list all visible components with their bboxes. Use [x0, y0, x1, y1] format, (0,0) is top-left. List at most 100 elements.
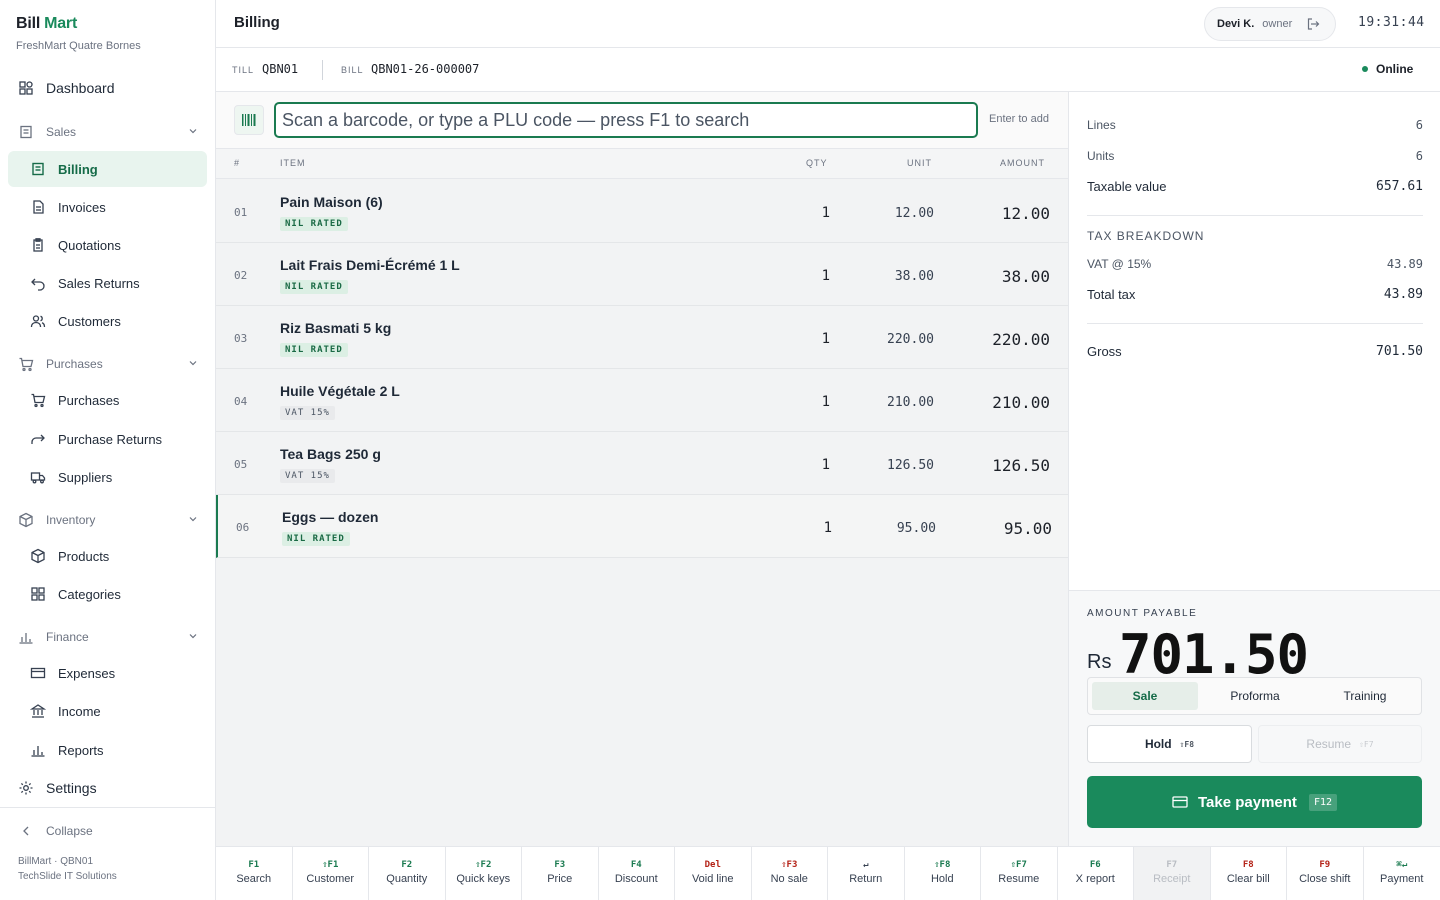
item-amount: 210.00 — [992, 393, 1050, 412]
sidebar-item-products[interactable]: Products — [30, 548, 109, 564]
sidebar-item-purchase-returns[interactable]: Purchase Returns — [30, 431, 162, 447]
session-bar: TILL QBN01 BILL QBN01-26-000007 Online — [216, 48, 1440, 92]
sidebar-item-expenses[interactable]: Expenses — [30, 665, 115, 681]
footer-app-till: BillMart · QBN01 — [18, 856, 94, 867]
fkey-receipt[interactable]: F7 Receipt — [1134, 847, 1211, 900]
sidebar-group-inventory[interactable]: Inventory — [18, 512, 198, 528]
sidebar-item-reports[interactable]: Reports — [30, 742, 104, 758]
summary-label: Total tax — [1087, 287, 1136, 302]
sidebar-item-sales-returns[interactable]: Sales Returns — [30, 275, 140, 291]
fkey-label: Void line — [691, 873, 734, 885]
fkey-discount[interactable]: F4 Discount — [599, 847, 675, 900]
sidebar-item-label: Purchases — [58, 392, 120, 408]
mode-proforma-tab[interactable]: Proforma — [1202, 682, 1308, 710]
item-qty[interactable]: 1 — [794, 394, 830, 410]
item-qty[interactable]: 1 — [796, 520, 832, 536]
summary-label: Gross — [1087, 344, 1122, 359]
fkey-quantity[interactable]: F2 Quantity — [369, 847, 446, 900]
summary-label: VAT @ 15% — [1087, 257, 1152, 271]
sidebar-item-income[interactable]: Income — [30, 703, 101, 719]
sidebar-item-invoices[interactable]: Invoices — [30, 199, 106, 215]
fkey-void-line[interactable]: Del Void line — [675, 847, 752, 900]
summary-gross: Gross 701.50 — [1087, 344, 1423, 359]
resume-button[interactable]: Resume ⇧F7 — [1258, 725, 1422, 763]
table-row[interactable]: 03 Riz Basmati 5 kg NIL RATED 1 220.00 2… — [216, 306, 1068, 369]
sidebar-item-purchases[interactable]: Purchases — [30, 392, 119, 408]
table-row-selected[interactable]: 06 Eggs — dozen NIL RATED 1 95.00 95.00 — [216, 495, 1068, 558]
table-row[interactable]: 02 Lait Frais Demi-Écrémé 1 L NIL RATED … — [216, 243, 1068, 306]
sidebar-group-label: Inventory — [46, 513, 96, 527]
fkey-hold[interactable]: ⇧F8 Hold — [905, 847, 981, 900]
item-qty[interactable]: 1 — [794, 457, 830, 473]
summary-value: 657.61 — [1376, 179, 1423, 194]
fkey-shortcut: F1 — [248, 860, 260, 870]
item-qty[interactable]: 1 — [794, 205, 830, 221]
fkey-label: Quick keys — [456, 873, 511, 885]
fkey-search[interactable]: F1 Search — [216, 847, 293, 900]
collapse-button[interactable]: Collapse — [18, 823, 198, 839]
fkey-close-shift[interactable]: F9 Close shift — [1287, 847, 1364, 900]
fkey-no-sale[interactable]: ⇧F3 No sale — [752, 847, 828, 900]
amount-payable-panel: AMOUNT PAYABLE Rs 701.50 Sale Proforma T… — [1068, 590, 1440, 846]
sidebar-item-billing[interactable]: Billing — [8, 151, 207, 187]
item-qty[interactable]: 1 — [794, 331, 830, 347]
sidebar: Bill Mart FreshMart Quatre Bornes Dashboa… — [0, 0, 216, 900]
hold-button[interactable]: Hold ⇧F8 — [1087, 725, 1252, 763]
sidebar-item-suppliers[interactable]: Suppliers — [30, 469, 112, 485]
summary-vat: VAT @ 15% 43.89 — [1087, 257, 1423, 271]
sidebar-group-purchases[interactable]: Purchases — [18, 356, 198, 372]
fkey-label: Search — [236, 873, 272, 885]
line-number: 05 — [234, 458, 248, 471]
item-name: Eggs — dozen — [282, 509, 379, 525]
undo-icon — [30, 275, 46, 291]
gear-icon — [18, 780, 34, 796]
mode-training-tab[interactable]: Training — [1312, 682, 1418, 710]
barcode-scan-button[interactable] — [234, 105, 264, 135]
fkey-price[interactable]: F3 Price — [522, 847, 599, 900]
chevron-down-icon — [188, 358, 198, 368]
table-header: # ITEM QTY UNIT AMOUNT — [216, 149, 1068, 179]
fkey-clear-bill[interactable]: F8 Clear bill — [1211, 847, 1287, 900]
resume-shortcut: ⇧F7 — [1359, 739, 1374, 749]
sidebar-group-finance[interactable]: Finance — [18, 629, 198, 645]
logout-icon[interactable] — [1306, 17, 1320, 31]
users-icon — [30, 313, 46, 329]
brand-name-part-2: Mart — [44, 15, 78, 32]
table-row[interactable]: 04 Huile Végétale 2 L VAT 15% 1 210.00 2… — [216, 369, 1068, 432]
bar-chart-icon — [30, 742, 46, 758]
item-qty[interactable]: 1 — [794, 268, 830, 284]
fkey-resume[interactable]: ⇧F7 Resume — [981, 847, 1058, 900]
chevron-down-icon — [188, 631, 198, 641]
clock: 19:31:44 — [1358, 15, 1425, 30]
mode-sale-tab[interactable]: Sale — [1092, 682, 1198, 710]
bill-items-table: # ITEM QTY UNIT AMOUNT 01 Pain Maison (6… — [216, 149, 1068, 846]
item-unit-price: 220.00 — [887, 332, 934, 347]
scan-bar: Enter to add — [216, 92, 1068, 149]
fkey-shortcut: ⇧F8 — [934, 860, 951, 870]
card-icon — [1172, 796, 1188, 808]
sidebar-item-customers[interactable]: Customers — [30, 313, 121, 329]
sidebar-group-sales[interactable]: Sales — [18, 124, 198, 140]
sidebar-item-label: Income — [58, 703, 101, 719]
sidebar-item-label: Sales Returns — [58, 275, 140, 291]
sidebar-item-quotations[interactable]: Quotations — [30, 237, 121, 253]
sidebar-item-dashboard[interactable]: Dashboard — [18, 80, 115, 96]
sidebar-item-categories[interactable]: Categories — [30, 586, 121, 602]
fkey-payment[interactable]: ⌘↵ Payment — [1364, 847, 1440, 900]
fkey-x-report[interactable]: F6 X report — [1058, 847, 1134, 900]
summary-value: 6 — [1415, 118, 1423, 132]
fkey-shortcut: F7 — [1166, 860, 1178, 870]
sidebar-item-settings[interactable]: Settings — [18, 780, 97, 796]
page-title: Billing — [234, 14, 280, 31]
take-payment-button[interactable]: Take payment F12 — [1087, 776, 1422, 828]
barcode-search-input[interactable] — [274, 102, 978, 138]
sidebar-group-label: Finance — [46, 630, 89, 644]
fkey-customer[interactable]: ⇧F1 Customer — [293, 847, 369, 900]
fkey-shortcut: ↵ — [863, 860, 869, 870]
fkey-return[interactable]: ↵ Return — [828, 847, 905, 900]
line-number: 02 — [234, 269, 248, 282]
table-row[interactable]: 01 Pain Maison (6) NIL RATED 1 12.00 12.… — [216, 180, 1068, 243]
fkey-quick-keys[interactable]: ⇧F2 Quick keys — [446, 847, 522, 900]
user-menu[interactable]: Devi K. owner — [1204, 7, 1336, 41]
table-row[interactable]: 05 Tea Bags 250 g VAT 15% 1 126.50 126.5… — [216, 432, 1068, 495]
